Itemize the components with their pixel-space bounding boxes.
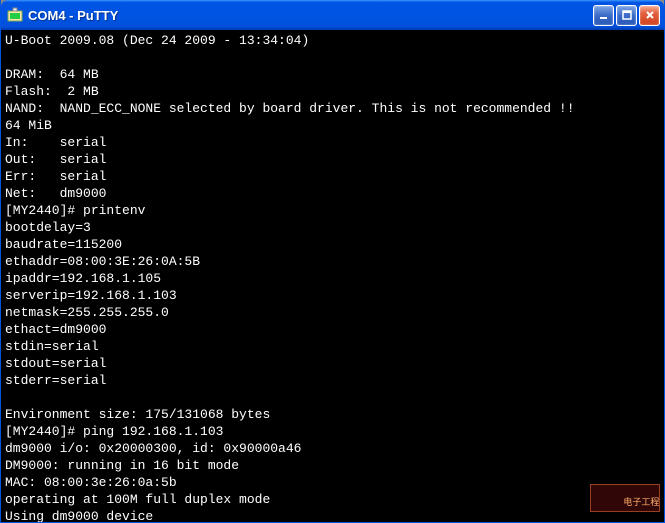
watermark-text-1: 电子工程世界 — [623, 498, 660, 508]
putty-window: COM4 - PuTTY U-Boot 2009.08 (Dec 24 2009… — [0, 0, 665, 523]
window-controls — [593, 5, 660, 26]
shell-prompt: [MY2440]# — [5, 424, 83, 439]
command-text: ping 192.168.1.103 — [83, 424, 223, 439]
putty-app-icon — [7, 7, 23, 23]
ping-output: dm9000 i/o: 0x20000300, id: 0x90000a46 D… — [5, 441, 348, 522]
maximize-button[interactable] — [616, 5, 637, 26]
command-text: printenv — [83, 203, 145, 218]
window-title: COM4 - PuTTY — [28, 8, 593, 23]
boot-output: U-Boot 2009.08 (Dec 24 2009 - 13:34:04) … — [5, 33, 575, 201]
printenv-output: bootdelay=3 baudrate=115200 ethaddr=08:0… — [5, 220, 270, 422]
shell-prompt: [MY2440]# — [5, 203, 83, 218]
terminal-area[interactable]: U-Boot 2009.08 (Dec 24 2009 - 13:34:04) … — [1, 30, 664, 522]
titlebar[interactable]: COM4 - PuTTY — [1, 0, 664, 30]
minimize-button[interactable] — [593, 5, 614, 26]
close-button[interactable] — [639, 5, 660, 26]
watermark-badge: 电子工程世界 EEWORLD — [590, 484, 660, 512]
